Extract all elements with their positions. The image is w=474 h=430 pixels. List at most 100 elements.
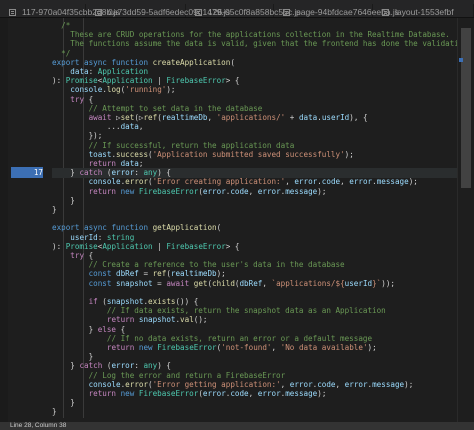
code-line[interactable]: } catch (error: any) { [52,361,171,370]
code-token: try [70,94,85,104]
code-line[interactable]: const snapshot = await get(child(dbRef, … [52,279,395,288]
code-line[interactable]: ): Promise<Application | FirebaseError> … [52,242,239,251]
code-token: FirebaseError [157,343,217,352]
code-token: }` [372,278,382,288]
code-token: ( [97,297,107,306]
code-line[interactable]: return new FirebaseError(error.code, err… [52,186,327,196]
code-line[interactable]: } [52,196,75,205]
code-line[interactable]: await ▷set(▷ref(realtimeDb, 'application… [52,113,368,122]
code-token: Promise [65,76,98,86]
code-line[interactable]: export async function createApplication( [52,58,235,67]
code-token: dbRef [239,278,263,288]
code-token: FirebaseError [138,389,199,398]
code-line[interactable]: // If successful, return the application… [52,141,295,150]
code-token: catch [79,168,103,178]
code-line[interactable]: } [52,398,75,407]
code-token: // If data exists, return the snapshot d… [106,306,386,316]
code-line[interactable]: These are CRUD operations for the applic… [52,30,449,39]
file-tab[interactable]: layout-1553efbf [373,4,474,17]
code-token: error [289,379,313,389]
code-line[interactable]: data: Application [52,67,148,76]
code-token: get [193,278,208,288]
code-line[interactable]: return new FirebaseError(error.code, err… [52,389,327,398]
code-token: await [88,113,117,122]
code-token: | [152,76,167,86]
file-tab[interactable]: 126-05c0f8a858bc55c.js [186,4,301,17]
code-line[interactable]: if (snapshot.exists()) { [52,297,199,306]
code-token: message [376,177,409,187]
code-token: } [52,168,80,178]
code-token: userId [321,113,350,122]
line-number[interactable]: 17 [13,168,43,177]
code-line[interactable]: // Log the error and return a FirebaseEr… [52,370,286,380]
code-line[interactable]: export async function getApplication( [52,223,221,232]
code-token: FirebaseError [166,241,226,251]
code-line[interactable]: console.error('Error getting application… [52,379,414,389]
code-line[interactable]: // Create a reference to the user's data… [52,260,345,269]
code-line[interactable]: return new FirebaseError('not-found', 'N… [52,343,377,352]
code-token: message [285,186,318,196]
code-line[interactable]: /* [52,21,70,30]
code-line[interactable]: try { [52,251,93,260]
code-token: > { [225,76,240,86]
code-token: 'running' [125,85,167,95]
code-line[interactable]: } [52,352,94,361]
code-token: code [230,186,249,196]
file-tab[interactable]: page-94bfdcae7646eeba.js [274,4,399,17]
code-token: ref [152,269,167,279]
code-token: 'not-found' [221,343,272,352]
file-tab[interactable]: 117-970a04f35cbb2d8b.js [0,4,120,17]
scrollbar-thumb[interactable] [461,28,471,188]
code-token: console [70,85,103,95]
code-token: // Attempt to set data in the database [88,103,263,113]
code-line[interactable]: // Attempt to set data in the database [52,103,263,113]
vertical-scrollbar[interactable] [457,18,474,422]
code-line[interactable]: } [52,407,57,416]
code-line[interactable]: try { [52,95,93,104]
code-line[interactable]: return snapshot.val(); [52,315,208,325]
code-line[interactable]: const dbRef = ref(realtimeDb); [52,269,226,278]
code-token: async [84,57,112,67]
code-line[interactable]: // If data exists, return the snapshot d… [52,306,386,315]
code-token: Application [97,67,149,76]
code-token: Promise [65,241,98,251]
code-line[interactable]: } else { [52,324,126,334]
activity-strip [0,18,8,422]
code-token: error [257,186,281,196]
cursor-position[interactable]: Line 28, Column 38 [10,422,66,430]
code-token: { [116,324,126,334]
code-line[interactable]: toast.success('Application submitted sav… [52,150,354,159]
code-token: new [120,389,139,398]
code-token: // Log the error and return a FirebaseEr… [88,370,286,380]
code-editor[interactable]: /* These are CRUD operations for the app… [52,18,457,422]
code-token: realtimeDb [161,113,208,122]
file-tab[interactable]: 0a73dd59-5adf6edec09d1479.js [86,4,230,17]
code-line[interactable]: ...data, [52,122,144,132]
code-token: */ [52,48,71,58]
code-token: error [257,389,281,398]
code-token: , [138,122,144,132]
code-line[interactable]: */ [52,49,70,58]
code-line[interactable]: userId: string [52,233,134,242]
code-line[interactable]: }); [52,131,103,140]
code-token: export [52,223,85,233]
code-line[interactable]: } catch (error: any) { [52,168,171,177]
line-number-gutter[interactable]: 17 [11,18,49,422]
code-line[interactable]: console.log('running'); [52,85,175,95]
code-token: : [88,67,98,76]
code-line[interactable]: } [52,205,57,214]
code-line[interactable]: The functions assume the data is valid, … [52,39,457,48]
code-token: 'Error getting application:' [152,379,281,389]
code-line[interactable]: // If no data exists, return an error or… [52,334,372,343]
code-token: ref [143,113,158,122]
code-token: return [106,315,139,325]
code-line[interactable]: console.error('Error creating applicatio… [52,177,418,186]
code-token: data [120,159,139,168]
code-line[interactable]: ): Promise<Application | FirebaseError> … [52,76,239,85]
code-token: error [125,379,149,389]
